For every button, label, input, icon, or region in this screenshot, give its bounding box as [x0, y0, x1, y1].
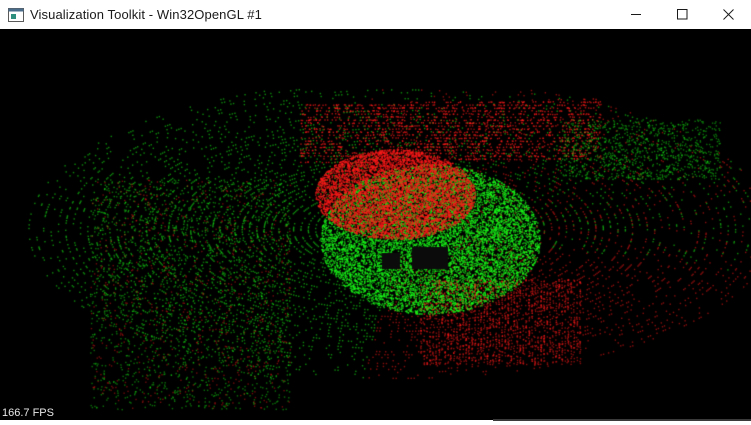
- close-icon: [722, 9, 734, 20]
- fps-counter: 166.7 FPS: [2, 407, 54, 419]
- window-controls: [613, 0, 751, 29]
- maximize-button[interactable]: [659, 0, 705, 29]
- window-bottom-edge-segment: [493, 419, 751, 421]
- point-cloud-render[interactable]: [0, 29, 751, 420]
- close-button[interactable]: [705, 0, 751, 29]
- render-viewport[interactable]: 166.7 FPS: [0, 29, 751, 420]
- minimize-icon: [630, 9, 642, 20]
- vtk-window-icon: [8, 7, 24, 22]
- window-title: Visualization Toolkit - Win32OpenGL #1: [30, 7, 262, 22]
- maximize-icon: [676, 9, 688, 20]
- title-bar[interactable]: Visualization Toolkit - Win32OpenGL #1: [0, 0, 751, 29]
- minimize-button[interactable]: [613, 0, 659, 29]
- vtk-render-window: Visualization Toolkit - Win32OpenGL #1 1…: [0, 0, 751, 425]
